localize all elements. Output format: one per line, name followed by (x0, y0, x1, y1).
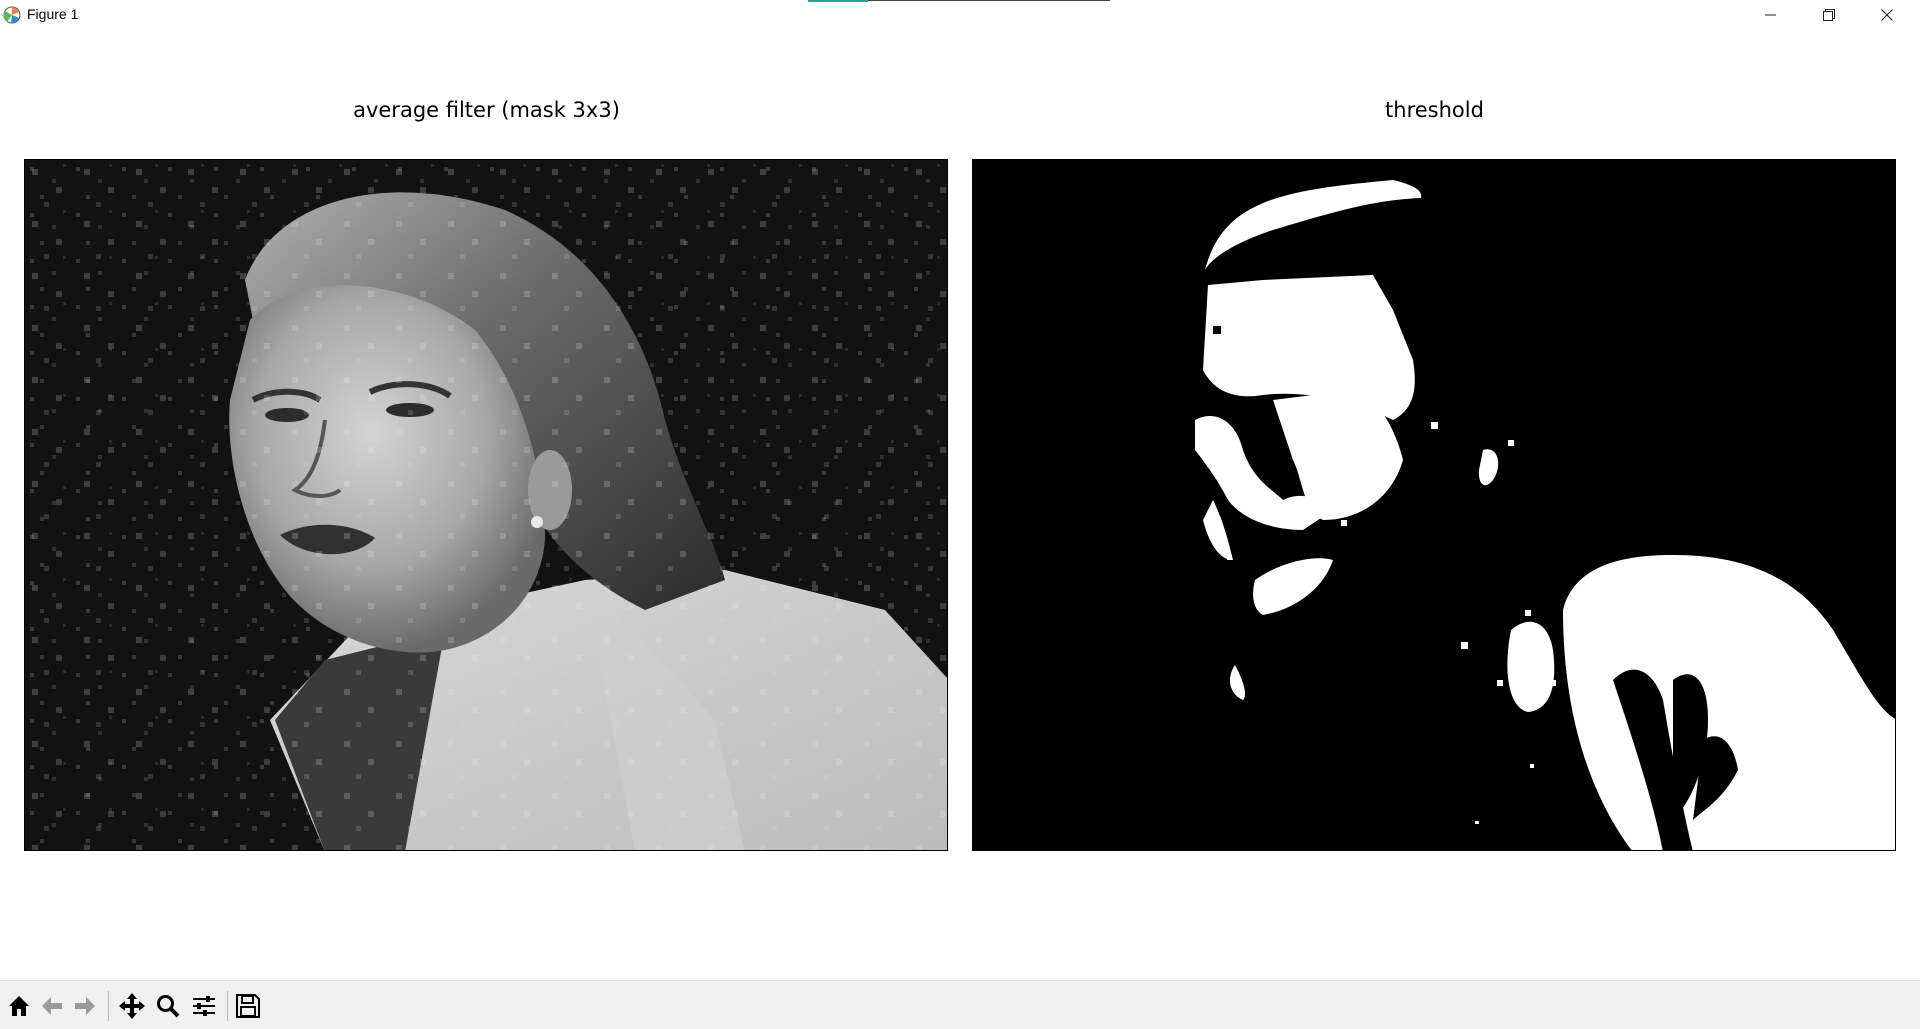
save-button[interactable] (232, 990, 264, 1022)
restore-button[interactable] (1800, 0, 1858, 30)
window-title: Figure 1 (27, 6, 79, 22)
toolbar-separator (108, 991, 109, 1021)
arrow-right-icon (72, 993, 98, 1019)
back-button[interactable] (36, 990, 68, 1022)
magnifier-icon (155, 993, 181, 1019)
close-button[interactable] (1858, 0, 1916, 30)
filtered-image-axes[interactable] (24, 159, 948, 851)
title-line (868, 0, 1110, 1)
window-titlebar[interactable]: Figure 1 (0, 0, 1920, 30)
title-accent-line (808, 0, 868, 2)
sliders-icon (191, 993, 217, 1019)
zoom-button[interactable] (152, 990, 184, 1022)
threshold-binary-image (973, 160, 1895, 850)
close-icon (1881, 9, 1893, 21)
filtered-portrait-image (25, 160, 947, 850)
minimize-button[interactable] (1742, 0, 1800, 30)
move-icon (118, 992, 146, 1020)
subplot-title-right: threshold (1385, 98, 1484, 122)
floppy-disk-icon (235, 993, 261, 1019)
arrow-left-icon (39, 993, 65, 1019)
toolbar-separator (227, 991, 228, 1021)
restore-icon (1823, 9, 1835, 21)
pan-button[interactable] (116, 990, 148, 1022)
threshold-image-axes[interactable] (972, 159, 1896, 851)
home-icon (6, 993, 32, 1019)
forward-button[interactable] (69, 990, 101, 1022)
subplot-title-left: average filter (mask 3x3) (353, 98, 620, 122)
matplotlib-logo-icon (2, 5, 22, 25)
minimize-icon (1765, 9, 1777, 21)
navigation-toolbar (0, 980, 1920, 1029)
home-button[interactable] (3, 990, 35, 1022)
configure-subplots-button[interactable] (188, 990, 220, 1022)
